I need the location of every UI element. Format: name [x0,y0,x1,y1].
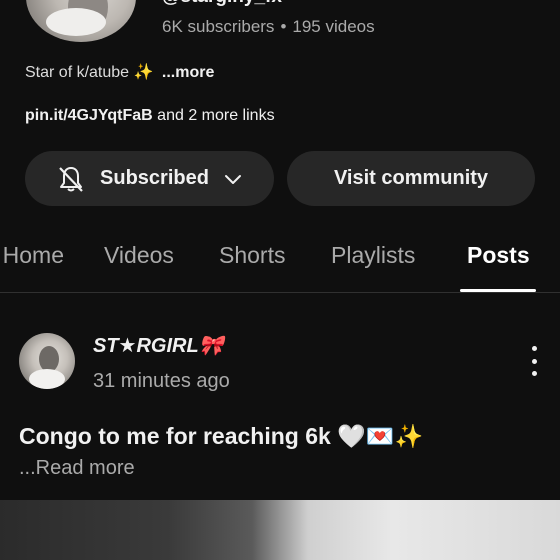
visit-community-button[interactable]: Visit community [287,151,535,206]
bell-off-icon [59,166,83,192]
channel-tabs: Home Videos Shorts Playlists Posts [0,225,560,292]
channel-link-more[interactable]: and 2 more links [157,107,274,124]
post-text: Congo to me for reaching 6k 🤍💌✨ [19,423,424,449]
post-timestamp: 31 minutes ago [93,370,230,392]
tab-posts[interactable]: Posts [467,242,530,269]
description-text: Star of k/atube ✨ [25,64,154,81]
subscriber-count: 6K subscribers [162,17,275,36]
tab-playlists[interactable]: Playlists [331,242,415,269]
channel-link-url[interactable]: pin.it/4GJYqtFaB [25,107,153,124]
channel-links[interactable]: pin.it/4GJYqtFaB and 2 more links [25,107,275,125]
tab-videos[interactable]: Videos [104,242,174,269]
channel-avatar[interactable] [26,0,136,42]
post-image[interactable] [0,500,560,560]
description-more-link[interactable]: ...more [162,64,214,81]
tab-home[interactable]: Home [0,242,64,269]
read-more-link[interactable]: ...Read more [19,457,135,480]
subscribed-label: Subscribed [100,167,209,189]
tab-shorts[interactable]: Shorts [219,242,285,269]
subscribed-button[interactable]: Subscribed [25,151,274,206]
channel-description[interactable]: Star of k/atube ✨ ...more [25,62,214,82]
more-vertical-icon[interactable] [524,346,544,376]
post-author-name[interactable]: ST★RGIRL🎀 [93,333,224,358]
channel-stats: 6K subscribers • 195 videos [162,17,375,37]
video-count: 195 videos [292,17,375,36]
chevron-down-icon [224,174,241,184]
post-author-avatar[interactable] [19,333,75,389]
tabs-divider [0,292,560,293]
visit-community-label: Visit community [333,167,489,189]
channel-handle: @starginy_fx [162,0,282,8]
stats-separator: • [280,17,287,36]
